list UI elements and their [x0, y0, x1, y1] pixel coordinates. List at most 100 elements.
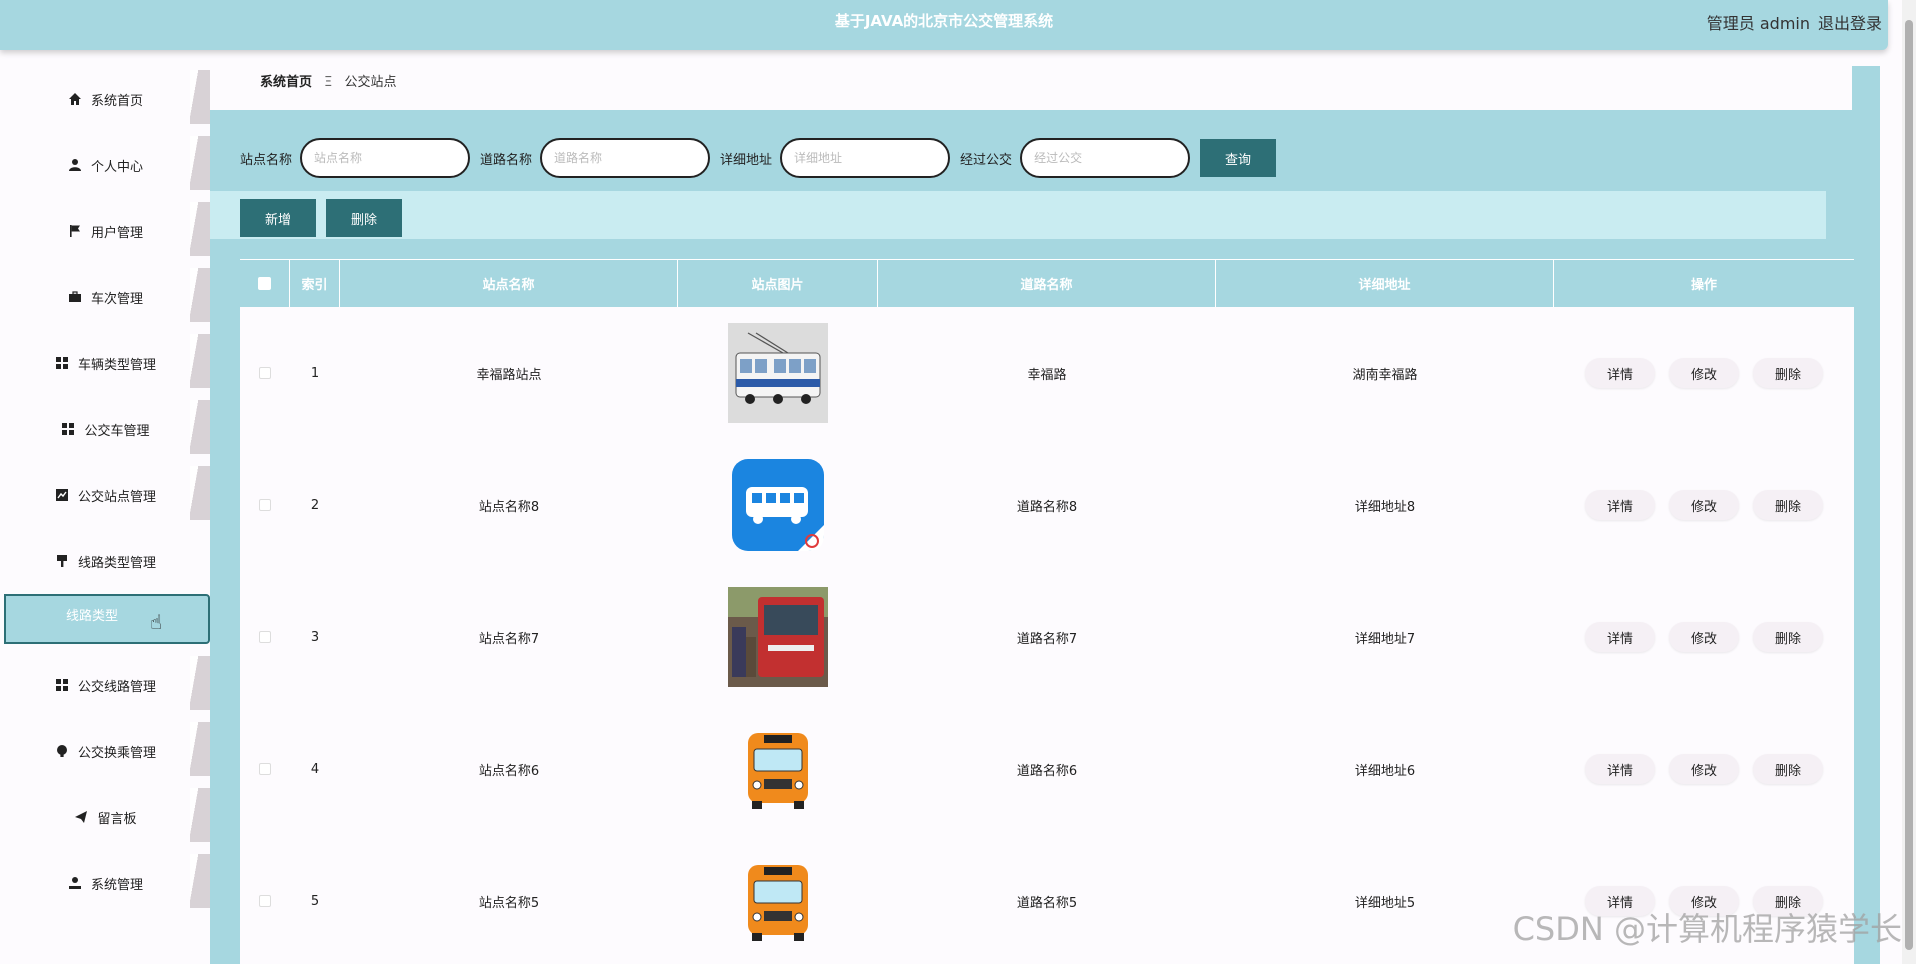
scrollbar-thumb[interactable] — [1905, 20, 1913, 950]
address: 湖南幸福路 — [1352, 367, 1418, 383]
sidebar-stripe — [190, 400, 210, 454]
breadcrumb: 系统首页 Ξ 公交站点 — [210, 66, 1852, 110]
grid-icon — [54, 355, 70, 371]
address: 详细地址8 — [1354, 499, 1416, 515]
sidebar-item-label: 用户管理 — [90, 225, 143, 241]
sidebar-item-route-types[interactable]: 线路类型管理 — [0, 528, 210, 594]
add-button[interactable]: 新增 — [240, 199, 316, 237]
address: 详细地址6 — [1354, 763, 1416, 779]
sidebar-stripe — [190, 136, 210, 190]
delete-selected-button[interactable]: 删除 — [326, 199, 402, 237]
sidebar-item-stations[interactable]: 公交站点管理 — [0, 462, 210, 528]
sidebar-stripe — [190, 268, 210, 322]
detail-button[interactable]: 详情 — [1585, 754, 1655, 784]
station-name-label: 站点名称 — [240, 152, 293, 168]
flag-icon — [67, 223, 83, 239]
current-user-label: 管理员 admin — [1706, 14, 1810, 33]
sidebar-stripe — [190, 70, 210, 124]
sidebar-item-messages[interactable]: 留言板 — [0, 784, 210, 850]
passing-bus-label: 经过公交 — [960, 152, 1013, 168]
sidebar-stripe — [190, 334, 210, 388]
sidebar-item-label: 公交站点管理 — [77, 489, 156, 505]
sidebar-stripe — [190, 202, 210, 256]
select-all-checkbox[interactable] — [258, 277, 271, 290]
column-header: 操作 — [1690, 278, 1717, 293]
table-row: 2 站点名称8 道路名称8 详细地址8 详情 修改 删除 — [240, 439, 1854, 571]
top-header: 基于JAVA的北京市公交管理系统 管理员 admin 退出登录 — [0, 0, 1888, 50]
row-checkbox[interactable] — [259, 499, 271, 511]
row-checkbox[interactable] — [259, 631, 271, 643]
station-name-input[interactable] — [300, 138, 471, 178]
sidebar-item-buses[interactable]: 公交车管理 — [0, 396, 210, 462]
send-icon — [73, 809, 89, 825]
table-header: 索引 站点名称 站点图片 道路名称 详细地址 操作 — [240, 259, 1854, 307]
edit-button[interactable]: 修改 — [1669, 754, 1739, 784]
edit-button[interactable]: 修改 — [1669, 490, 1739, 520]
table-row: 4 站点名称6 道路名称6 详细地址6 详情 修改 删除 — [240, 703, 1854, 835]
delete-button[interactable]: 删除 — [1753, 622, 1823, 652]
passing-bus-input[interactable] — [1020, 138, 1191, 178]
sidebar-item-label: 车次管理 — [90, 291, 143, 307]
column-header: 站点图片 — [678, 260, 878, 307]
paint-icon — [54, 553, 70, 569]
column-header: 详细地址 — [1216, 260, 1554, 307]
station-name: 站点名称8 — [478, 499, 540, 515]
address-label: 详细地址 — [720, 152, 773, 168]
row-checkbox[interactable] — [259, 367, 271, 379]
watermark: CSDN @计算机程序猿学长 — [1512, 910, 1902, 948]
sidebar-item-users[interactable]: 用户管理 — [0, 198, 210, 264]
sidebar-item-system[interactable]: 系统管理 — [0, 850, 210, 916]
column-header: 道路名称 — [878, 260, 1216, 307]
page-scrollbar[interactable] — [1902, 0, 1916, 964]
sidebar-item-home[interactable]: 系统首页 — [0, 66, 210, 132]
table-row: 3 站点名称7 道路名称7 详细地址7 详情 修改 删除 — [240, 571, 1854, 703]
station-name: 站点名称7 — [478, 631, 540, 647]
edit-button[interactable]: 修改 — [1669, 358, 1739, 388]
row-checkbox[interactable] — [259, 763, 271, 775]
trolleybus-image — [728, 323, 828, 423]
road-name: 幸福路 — [1027, 367, 1067, 383]
road-name: 道路名称5 — [1016, 895, 1078, 911]
edit-button[interactable]: 修改 — [1669, 622, 1739, 652]
row-index: 2 — [310, 497, 320, 513]
road-name: 道路名称7 — [1016, 631, 1078, 647]
address-input[interactable] — [780, 138, 951, 178]
sidebar-item-label: 公交线路管理 — [77, 679, 156, 695]
delete-button[interactable]: 删除 — [1753, 754, 1823, 784]
column-header: 索引 — [290, 260, 340, 307]
detail-button[interactable]: 详情 — [1585, 490, 1655, 520]
chart-icon — [54, 487, 70, 503]
station-name: 站点名称5 — [478, 895, 540, 911]
sidebar-item-vehicle-types[interactable]: 车辆类型管理 — [0, 330, 210, 396]
sidebar-item-trips[interactable]: 车次管理 — [0, 264, 210, 330]
sidebar-stripe — [190, 854, 210, 908]
breadcrumb-home[interactable]: 系统首页 — [260, 75, 312, 90]
road-name-input[interactable] — [540, 138, 711, 178]
sidebar-item-label: 系统首页 — [90, 93, 143, 109]
column-header: 站点名称 — [340, 260, 678, 307]
sidebar-item-label: 留言板 — [97, 811, 137, 827]
blue-bus-app-icon — [728, 455, 828, 555]
sidebar-stripe — [190, 722, 210, 776]
user-icon — [67, 157, 83, 173]
row-checkbox[interactable] — [259, 895, 271, 907]
sidebar-item-label: 个人中心 — [90, 159, 143, 175]
sidebar-item-transfers[interactable]: 公交换乘管理 — [0, 718, 210, 784]
row-index: 5 — [310, 893, 320, 909]
road-name: 道路名称8 — [1016, 499, 1078, 515]
sidebar-subitem-route-type[interactable]: 线路类型 — [4, 594, 210, 644]
grid-icon — [54, 677, 70, 693]
breadcrumb-current: 公交站点 — [344, 75, 397, 90]
delete-button[interactable]: 删除 — [1753, 490, 1823, 520]
sidebar-stripe — [190, 788, 210, 842]
query-button[interactable]: 查询 — [1200, 139, 1277, 177]
detail-button[interactable]: 详情 — [1585, 358, 1655, 388]
logout-link[interactable]: 退出登录 — [1818, 10, 1888, 34]
sidebar-stripe — [190, 466, 210, 520]
sidebar-item-profile[interactable]: 个人中心 — [0, 132, 210, 198]
select-all-cell — [240, 260, 290, 307]
delete-button[interactable]: 删除 — [1753, 358, 1823, 388]
detail-button[interactable]: 详情 — [1585, 622, 1655, 652]
address: 详细地址7 — [1354, 631, 1416, 647]
sidebar-item-routes[interactable]: 公交线路管理 — [0, 652, 210, 718]
